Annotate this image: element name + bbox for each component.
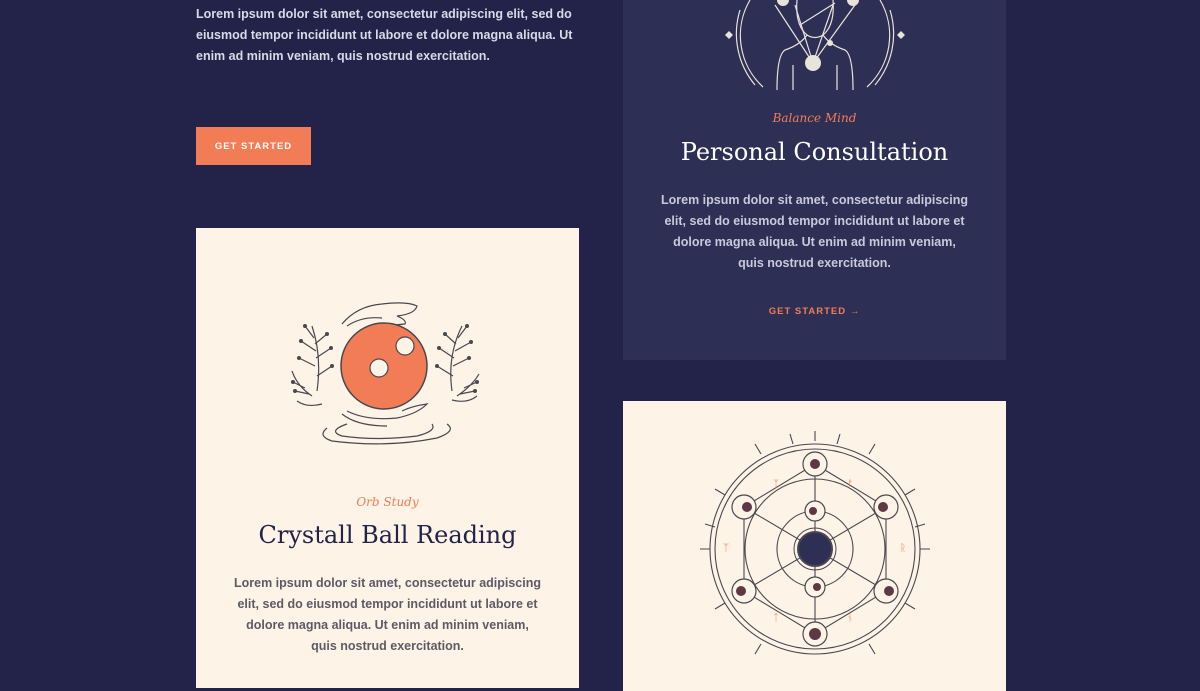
crystal-body: Lorem ipsum dolor sit amet, consectetur … xyxy=(234,576,542,653)
svg-text:ᚾ: ᚾ xyxy=(847,613,853,624)
intro-paragraph: Lorem ipsum dolor sit amet, consectetur … xyxy=(196,7,573,63)
personal-get-started-link[interactable]: GET STARTED → xyxy=(623,306,1006,317)
svg-text:ᛏ: ᛏ xyxy=(773,613,779,624)
crystal-kicker: Orb Study xyxy=(356,495,419,509)
crystal-ball-card: Orb Study Crystall Ball Reading Lorem ip… xyxy=(196,228,579,688)
figure-constellation-icon xyxy=(725,0,905,90)
personal-consultation-card: Balance Mind Personal Consultation Lorem… xyxy=(623,0,1006,360)
svg-text:ᚱ: ᚱ xyxy=(900,543,906,554)
personal-title: Personal Consultation xyxy=(680,138,949,166)
personal-body: Lorem ipsum dolor sit amet, consectetur … xyxy=(661,193,969,270)
svg-text:ᛉ: ᛉ xyxy=(773,479,779,490)
crystal-title: Crystall Ball Reading xyxy=(258,521,517,549)
svg-text:ᚠ: ᚠ xyxy=(847,479,853,490)
svg-text:ᛉ: ᛉ xyxy=(723,543,729,554)
moon-phases-mandala-icon: ᛉ ᚠ ᛉ ᚱ ᛏ ᚾ xyxy=(700,431,930,655)
crystal-ball-icon xyxy=(291,302,480,445)
personal-kicker: Balance Mind xyxy=(772,111,857,125)
moon-mandala-card: ᛉ ᚠ ᛉ ᚱ ᛏ ᚾ xyxy=(623,401,1006,691)
get-started-button[interactable]: GET STARTED xyxy=(196,127,311,165)
